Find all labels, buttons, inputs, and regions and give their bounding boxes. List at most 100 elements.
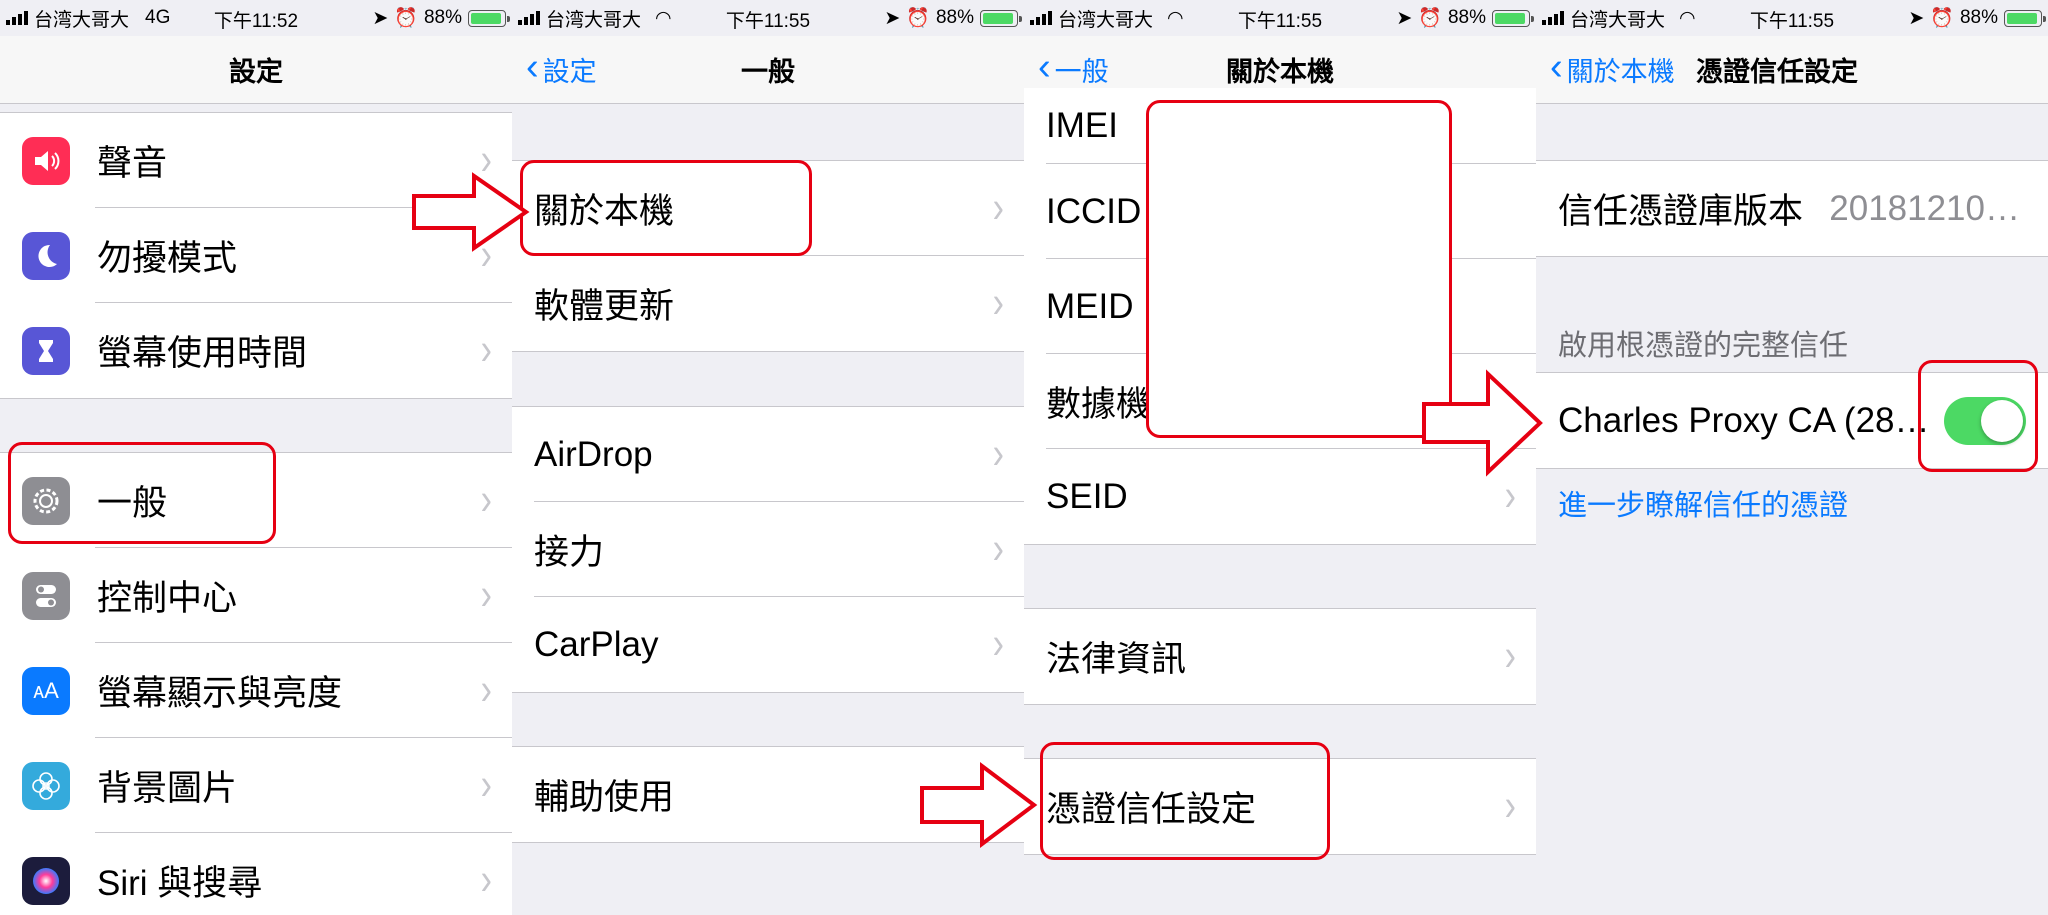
wifi-icon: ◠: [1679, 7, 1696, 29]
battery-icon: [1492, 9, 1534, 27]
general-item-software-update[interactable]: 軟體更新 ›: [512, 256, 1024, 351]
battery-icon: [2004, 9, 2046, 27]
settings-item-label: 聲音: [97, 144, 168, 183]
carrier-label: 台湾大哥大: [1570, 9, 1666, 31]
battery-percent: 88%: [423, 7, 462, 28]
general-item-label: CarPlay: [534, 624, 659, 664]
trust-store-version-row: 信任憑證庫版本 20181210…: [1536, 161, 2048, 256]
status-bar: 台湾大哥大 4G 下午11:52 ➤ ⏰ 88%: [0, 0, 512, 36]
settings-item-label: Siri 與搜尋: [97, 864, 263, 903]
settings-item-label: 背景圖片: [97, 769, 238, 808]
about-item-label: 數據機: [1046, 385, 1152, 424]
general-group-2: AirDrop › 接力 › CarPlay ›: [512, 406, 1024, 693]
settings-item-label: 螢幕使用時間: [97, 334, 308, 373]
signal-icon: [1030, 11, 1052, 25]
battery-percent: 88%: [1959, 7, 1998, 28]
page-title: 一般: [741, 57, 795, 87]
annotation-highlight-box: [1918, 360, 2038, 472]
general-item-carplay[interactable]: CarPlay ›: [512, 597, 1024, 692]
settings-item-label: 勿擾模式: [97, 239, 238, 278]
network-label: 4G: [145, 7, 171, 28]
chevron-right-icon: ›: [992, 278, 1004, 328]
toggles-icon: [22, 571, 70, 620]
general-item-label: 輔助使用: [534, 778, 675, 817]
chevron-right-icon: ›: [480, 855, 492, 905]
status-bar: 台湾大哥大 ◠ 下午11:55 ➤ ⏰ 88%: [1536, 0, 2048, 36]
navigation-bar: ‹ 關於本機 憑證信任設定: [1536, 36, 2048, 104]
general-item-label: 接力: [534, 533, 605, 572]
wifi-icon: ◠: [655, 7, 672, 29]
annotation-highlight-box: [520, 160, 812, 256]
certificate-trust-panel: 台湾大哥大 ◠ 下午11:55 ➤ ⏰ 88% ‹ 關於本機 憑證信任設定 信任…: [1536, 0, 2048, 915]
alarm-icon: ⏰: [906, 8, 930, 29]
about-item-legal[interactable]: 法律資訊 ›: [1024, 609, 1536, 704]
chevron-right-icon: ›: [1504, 631, 1516, 681]
about-item-label: MEID: [1046, 286, 1134, 326]
battery-icon: [468, 9, 510, 27]
page-title: 關於本機: [1226, 57, 1334, 87]
chevron-left-icon: ‹: [1550, 46, 1563, 88]
location-icon: ➤: [1396, 7, 1413, 29]
chevron-right-icon: ›: [992, 429, 1004, 479]
general-item-label: AirDrop: [534, 434, 653, 474]
chevron-right-icon: ›: [480, 325, 492, 375]
settings-item-display[interactable]: ᴀA 螢幕顯示與亮度 ›: [0, 643, 512, 738]
flower-icon: [22, 761, 70, 810]
trust-store-value: 20181210…: [1829, 188, 2020, 228]
about-item-label: IMEI: [1046, 106, 1118, 145]
alarm-icon: ⏰: [1930, 8, 1954, 29]
status-bar: 台湾大哥大 ◠ 下午11:55 ➤ ⏰ 88%: [512, 0, 1024, 36]
page-title: 憑證信任設定: [1696, 57, 1858, 87]
annotation-highlight-box: [1040, 742, 1330, 860]
settings-item-screen-time[interactable]: 螢幕使用時間 ›: [0, 303, 512, 398]
back-button[interactable]: ‹ 關於本機: [1550, 46, 1675, 89]
moon-icon: [22, 231, 70, 280]
annotation-arrow-icon: [412, 172, 530, 252]
chevron-right-icon: ›: [992, 183, 1004, 233]
siri-icon: [22, 856, 70, 905]
navigation-bar: ‹ 設定 一般: [512, 36, 1024, 104]
general-item-airdrop[interactable]: AirDrop ›: [512, 407, 1024, 502]
chevron-right-icon: ›: [480, 665, 492, 715]
chevron-right-icon: ›: [1504, 781, 1516, 831]
chevron-right-icon: ›: [480, 475, 492, 525]
alarm-icon: ⏰: [1418, 8, 1442, 29]
about-group-2: 法律資訊 ›: [1024, 608, 1536, 705]
location-icon: ➤: [372, 7, 389, 29]
settings-item-wallpaper[interactable]: 背景圖片 ›: [0, 738, 512, 833]
annotation-arrow-icon: [920, 762, 1038, 848]
settings-group-1: 聲音 › 勿擾模式 › 螢幕使用時間 ›: [0, 112, 512, 399]
navigation-bar: 設定: [0, 36, 512, 104]
status-bar: 台湾大哥大 ◠ 下午11:55 ➤ ⏰ 88%: [1024, 0, 1536, 36]
speaker-icon: [22, 136, 70, 185]
battery-percent: 88%: [935, 7, 974, 28]
section-header: 啟用根憑證的完整信任: [1558, 330, 1849, 362]
location-icon: ➤: [1908, 7, 1925, 29]
redaction-box: [1146, 100, 1452, 438]
page-title: 設定: [229, 57, 283, 87]
about-item-label: SEID: [1046, 476, 1128, 516]
wifi-icon: ◠: [1167, 7, 1184, 29]
alarm-icon: ⏰: [394, 8, 418, 29]
about-item-label: ICCID: [1046, 191, 1142, 231]
back-label: 關於本機: [1566, 57, 1675, 87]
settings-panel: 台湾大哥大 4G 下午11:52 ➤ ⏰ 88% 設定 聲音 › 勿擾模式 ›: [0, 0, 512, 915]
signal-icon: [1542, 11, 1564, 25]
carrier-label: 台湾大哥大: [34, 9, 130, 31]
signal-icon: [518, 11, 540, 25]
carrier-label: 台湾大哥大: [1058, 9, 1154, 31]
chevron-right-icon: ›: [992, 524, 1004, 574]
annotation-highlight-box: [8, 442, 276, 544]
cert-name-label: Charles Proxy CA (28…: [1558, 400, 1930, 440]
hourglass-icon: [22, 326, 70, 375]
chevron-right-icon: ›: [480, 760, 492, 810]
general-item-handoff[interactable]: 接力 ›: [512, 502, 1024, 597]
chevron-right-icon: ›: [992, 619, 1004, 669]
settings-item-siri[interactable]: Siri 與搜尋 ›: [0, 833, 512, 915]
carrier-label: 台湾大哥大: [546, 9, 642, 31]
chevron-right-icon: ›: [1504, 471, 1516, 521]
learn-more-link[interactable]: 進一步瞭解信任的憑證: [1558, 482, 1848, 524]
signal-icon: [6, 11, 28, 25]
settings-item-control-center[interactable]: 控制中心 ›: [0, 548, 512, 643]
trust-store-group: 信任憑證庫版本 20181210…: [1536, 160, 2048, 257]
